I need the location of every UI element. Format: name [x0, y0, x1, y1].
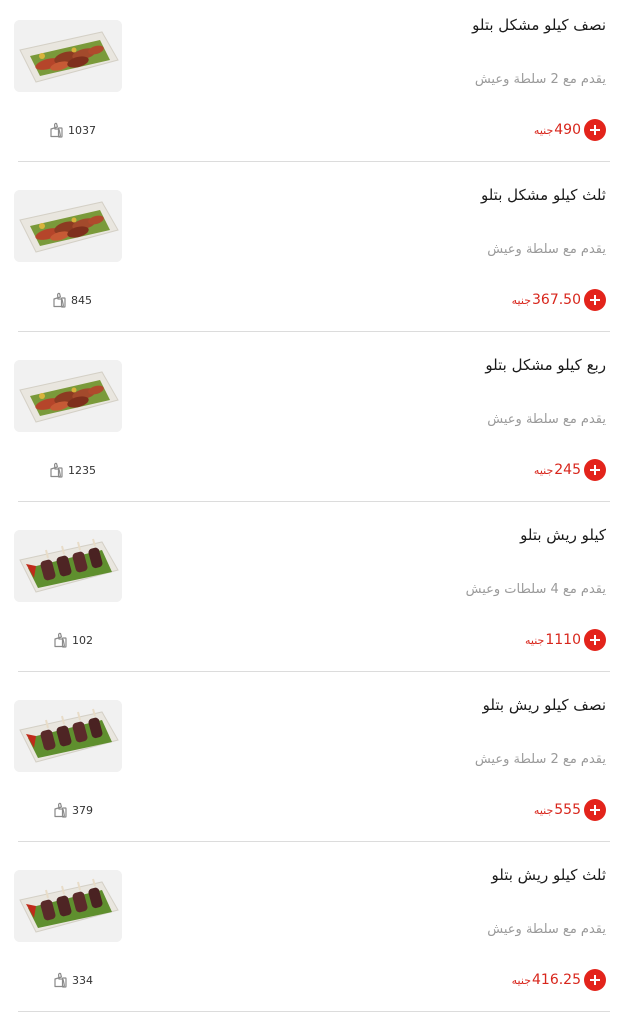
item-price: 1110: [545, 632, 581, 648]
currency-label: جنيه: [511, 293, 531, 307]
item-description: يقدم مع سلطة وعيش: [487, 922, 606, 937]
divider: [18, 161, 610, 162]
add-to-cart-button[interactable]: [584, 969, 606, 991]
price-row: جنيه 367.50: [512, 288, 606, 312]
thumbs-up-icon[interactable]: [50, 632, 68, 648]
plus-icon: [590, 975, 600, 985]
thumbs-up-icon[interactable]: [50, 802, 68, 818]
like-count: 334: [72, 973, 93, 987]
item-title[interactable]: نصف كيلو مشكل بتلو: [472, 16, 606, 34]
dish-image[interactable]: [14, 530, 122, 602]
plus-icon: [590, 125, 600, 135]
likes-group[interactable]: 379: [50, 802, 93, 818]
dish-image[interactable]: [14, 190, 122, 262]
like-count: 1235: [68, 463, 96, 477]
currency-label: جنيه: [511, 973, 531, 987]
add-to-cart-button[interactable]: [584, 799, 606, 821]
currency-label: جنيه: [533, 803, 554, 817]
likes-group[interactable]: 1037: [46, 122, 96, 138]
item-price: 555: [554, 802, 581, 818]
menu-item[interactable]: 379 نصف كيلو ريش بتلو يقدم مع 2 سلطة وعي…: [0, 680, 624, 850]
item-price: 245: [554, 462, 581, 478]
menu-item[interactable]: 845 ثلث كيلو مشكل بتلو يقدم مع سلطة وعيش…: [0, 170, 624, 340]
item-title[interactable]: ربع كيلو مشكل بتلو: [485, 356, 606, 374]
like-count: 1037: [68, 123, 96, 137]
like-count: 845: [71, 293, 92, 307]
divider: [18, 1011, 610, 1012]
divider: [18, 671, 610, 672]
currency-label: جنيه: [525, 633, 545, 647]
dish-image[interactable]: [14, 360, 122, 432]
price-row: جنيه 416.25: [512, 968, 606, 992]
item-price: 490: [554, 122, 581, 138]
menu-item[interactable]: 334 ثلث كيلو ريش بتلو يقدم مع سلطة وعيش …: [0, 850, 624, 1020]
item-description: يقدم مع 2 سلطة وعيش: [474, 72, 606, 87]
item-title[interactable]: ثلث كيلو ريش بتلو: [491, 866, 606, 884]
item-description: يقدم مع سلطة وعيش: [487, 242, 606, 257]
like-count: 379: [72, 803, 93, 817]
item-description: يقدم مع 2 سلطة وعيش: [474, 752, 606, 767]
item-description: يقدم مع 4 سلطات وعيش: [465, 582, 606, 597]
thumbs-up-icon[interactable]: [49, 292, 67, 308]
divider: [18, 331, 610, 332]
currency-label: جنيه: [533, 463, 554, 477]
add-to-cart-button[interactable]: [584, 289, 606, 311]
likes-group[interactable]: 102: [50, 632, 93, 648]
like-count: 102: [72, 633, 93, 647]
price-row: جنيه 555: [534, 798, 606, 822]
likes-group[interactable]: 845: [49, 292, 92, 308]
plus-icon: [590, 805, 600, 815]
thumbs-up-icon[interactable]: [46, 122, 64, 138]
item-title[interactable]: كيلو ريش بتلو: [520, 526, 606, 544]
dish-image[interactable]: [14, 870, 122, 942]
plus-icon: [590, 295, 600, 305]
thumbs-up-icon[interactable]: [46, 462, 64, 478]
add-to-cart-button[interactable]: [584, 629, 606, 651]
item-title[interactable]: نصف كيلو ريش بتلو: [483, 696, 606, 714]
item-title[interactable]: ثلث كيلو مشكل بتلو: [481, 186, 606, 204]
price-row: جنيه 490: [534, 118, 606, 142]
menu-item[interactable]: 1235 ربع كيلو مشكل بتلو يقدم مع سلطة وعي…: [0, 340, 624, 510]
likes-group[interactable]: 334: [50, 972, 93, 988]
add-to-cart-button[interactable]: [584, 459, 606, 481]
price-row: جنيه 1110: [525, 628, 606, 652]
likes-group[interactable]: 1235: [46, 462, 96, 478]
currency-label: جنيه: [533, 123, 554, 137]
dish-image[interactable]: [14, 20, 122, 92]
menu-item[interactable]: 102 كيلو ريش بتلو يقدم مع 4 سلطات وعيش ج…: [0, 510, 624, 680]
price-row: جنيه 245: [534, 458, 606, 482]
plus-icon: [590, 465, 600, 475]
thumbs-up-icon[interactable]: [50, 972, 68, 988]
divider: [18, 501, 610, 502]
item-price: 416.25: [532, 972, 581, 988]
add-to-cart-button[interactable]: [584, 119, 606, 141]
menu-item[interactable]: 1037 نصف كيلو مشكل بتلو يقدم مع 2 سلطة و…: [0, 0, 624, 170]
plus-icon: [590, 635, 600, 645]
dish-image[interactable]: [14, 700, 122, 772]
item-price: 367.50: [532, 292, 581, 308]
divider: [18, 841, 610, 842]
item-description: يقدم مع سلطة وعيش: [487, 412, 606, 427]
